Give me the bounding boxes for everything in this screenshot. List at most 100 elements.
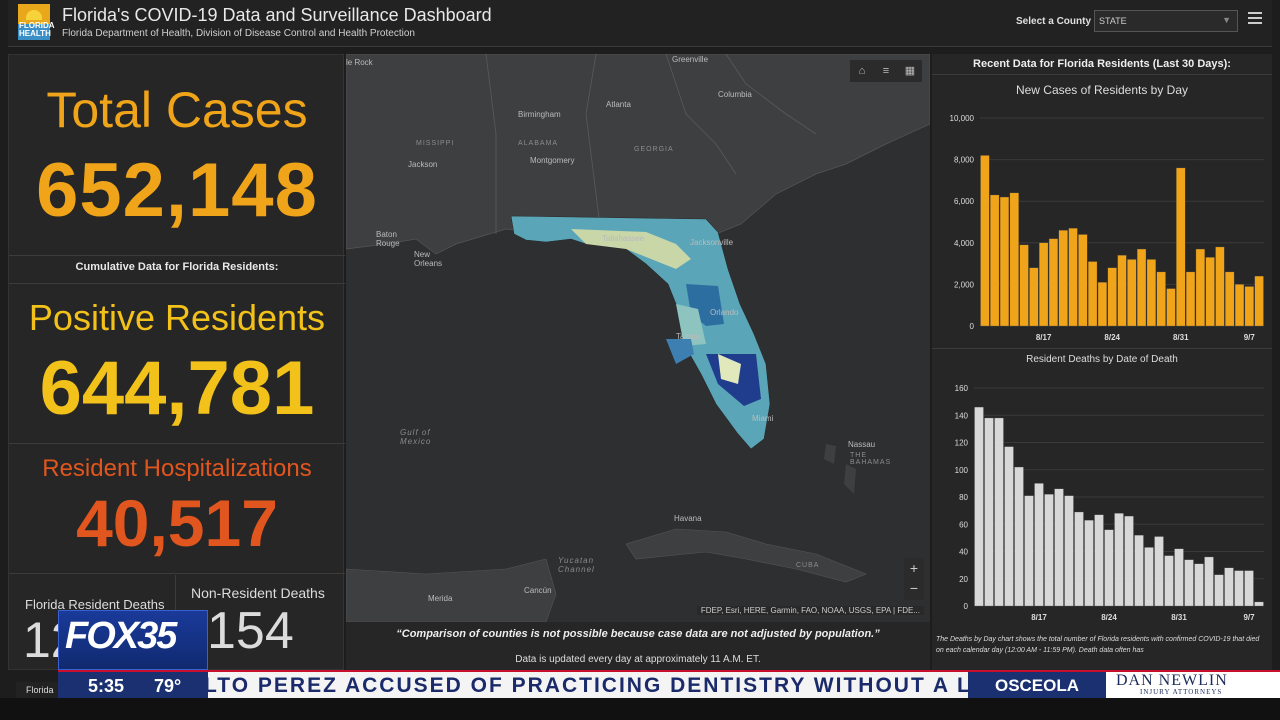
update-note: Data is updated every day at approximate… xyxy=(515,654,761,665)
x-tick-label: 8/24 xyxy=(1101,613,1117,622)
divider xyxy=(9,255,345,256)
bar[interactable] xyxy=(1225,271,1235,327)
map-label: GEORGIA xyxy=(634,146,674,153)
bar[interactable] xyxy=(1034,483,1044,607)
bar[interactable] xyxy=(1074,511,1084,607)
broadcast-temperature: 79° xyxy=(154,676,182,696)
resident-deaths-chart: 0 20 40 60 80 100 120 140 160 8/17 8/24 8/31 9/7 xyxy=(955,384,1264,622)
zoom-out-button[interactable]: − xyxy=(904,578,924,598)
map-label: Birmingham xyxy=(518,110,561,119)
bar[interactable] xyxy=(1137,248,1147,327)
y-tick-label: 0 xyxy=(970,322,975,331)
bar[interactable] xyxy=(1039,242,1049,327)
bar[interactable] xyxy=(1184,559,1194,607)
bar[interactable] xyxy=(1124,515,1134,607)
page-title: Florida's COVID-19 Data and Surveillance… xyxy=(62,5,492,25)
county-map[interactable]: le Rock Greenville Atlanta Columbia Birm… xyxy=(346,54,930,622)
map-label: Miami xyxy=(752,414,774,423)
location-box: OSCEOLA xyxy=(968,672,1106,698)
bar[interactable] xyxy=(994,417,1004,607)
bar[interactable] xyxy=(1186,271,1196,327)
channel-logo-box: FOX35 xyxy=(58,610,208,670)
bar[interactable] xyxy=(1084,520,1094,607)
bar[interactable] xyxy=(1154,536,1164,607)
bar[interactable] xyxy=(1064,495,1074,607)
bar[interactable] xyxy=(1234,570,1244,607)
bar[interactable] xyxy=(1114,513,1124,607)
basemap-gallery-icon[interactable]: ▦ xyxy=(902,63,918,79)
bar[interactable] xyxy=(1088,261,1098,327)
bar[interactable] xyxy=(1166,288,1176,327)
bar[interactable] xyxy=(1004,446,1014,607)
news-ticker: 5:35 79° LTO PEREZ ACCUSED OF PRACTICING… xyxy=(58,670,1280,698)
bar[interactable] xyxy=(1215,246,1225,327)
bar[interactable] xyxy=(1127,259,1137,327)
y-tick-label: 80 xyxy=(959,493,968,502)
zoom-in-button[interactable]: + xyxy=(904,558,924,578)
comparison-note: “Comparison of counties is not possible … xyxy=(396,628,880,640)
bar[interactable] xyxy=(984,417,994,607)
divider xyxy=(9,283,345,284)
bar[interactable] xyxy=(1234,284,1245,327)
map-label: Merida xyxy=(428,594,453,603)
bar[interactable] xyxy=(1058,230,1068,327)
bar[interactable] xyxy=(1117,255,1127,327)
bar[interactable] xyxy=(1244,286,1254,327)
bar[interactable] xyxy=(1019,244,1029,327)
bar[interactable] xyxy=(1097,282,1107,327)
bar[interactable] xyxy=(1024,495,1034,607)
county-select[interactable]: STATE ▼ xyxy=(1094,10,1238,32)
bar[interactable] xyxy=(1054,488,1064,607)
hospitalizations-label: Resident Hospitalizations xyxy=(42,455,312,482)
bar[interactable] xyxy=(1068,228,1078,327)
hamburger-menu-icon[interactable] xyxy=(1248,12,1262,26)
bar[interactable] xyxy=(1094,514,1104,607)
legend-list-icon[interactable]: ≡ xyxy=(878,63,894,79)
bar[interactable] xyxy=(1254,275,1264,327)
bar[interactable] xyxy=(1244,570,1254,607)
bar[interactable] xyxy=(1014,466,1024,607)
map-label: New Orleans xyxy=(414,250,443,268)
bar[interactable] xyxy=(1205,257,1215,327)
bar[interactable] xyxy=(1174,548,1184,607)
bar[interactable] xyxy=(1044,494,1054,607)
map-label: Baton Rouge xyxy=(376,230,400,248)
positive-residents-label: Positive Residents xyxy=(28,297,326,338)
bar[interactable] xyxy=(1224,567,1234,607)
bar[interactable] xyxy=(980,155,990,327)
bar[interactable] xyxy=(1254,601,1264,607)
bar[interactable] xyxy=(1048,238,1058,327)
bar[interactable] xyxy=(1195,248,1205,327)
bar[interactable] xyxy=(974,406,984,607)
bottom-tab[interactable]: Florida xyxy=(16,682,58,698)
bar[interactable] xyxy=(1104,529,1114,607)
deaths-chart-note: The Deaths by Day chart shows the total … xyxy=(936,636,1260,654)
map-label: THE BAHAMAS xyxy=(850,452,892,466)
home-icon[interactable]: ⌂ xyxy=(854,63,870,79)
map-label: Orlando xyxy=(710,308,739,317)
bar[interactable] xyxy=(1078,234,1088,327)
bar[interactable] xyxy=(1176,167,1186,327)
x-tick-label: 8/24 xyxy=(1104,333,1120,342)
bar[interactable] xyxy=(1107,267,1117,327)
map-label: Yucatan Channel xyxy=(558,556,595,574)
bar[interactable] xyxy=(1134,534,1144,607)
x-tick-label: 8/17 xyxy=(1031,613,1047,622)
bar[interactable] xyxy=(1029,267,1039,327)
map-attribution: FDEP, Esri, HERE, Garmin, FAO, NOAA, USG… xyxy=(696,606,924,615)
bar[interactable] xyxy=(990,194,1000,327)
bar[interactable] xyxy=(999,196,1010,327)
y-tick-label: 100 xyxy=(955,466,969,475)
page-subtitle: Florida Department of Health, Division o… xyxy=(62,28,415,39)
bar[interactable] xyxy=(1164,555,1174,607)
bar[interactable] xyxy=(1144,547,1154,607)
bar[interactable] xyxy=(1146,259,1156,327)
y-tick-label: 10,000 xyxy=(950,114,975,123)
bar[interactable] xyxy=(1194,563,1204,607)
bar[interactable] xyxy=(1204,556,1214,607)
nonresident-deaths-value: 154 xyxy=(207,602,294,660)
bar[interactable] xyxy=(1214,574,1224,607)
bar[interactable] xyxy=(1156,271,1166,327)
bar[interactable] xyxy=(1009,192,1019,327)
cumulative-label: Cumulative Data for Florida Residents: xyxy=(75,261,279,273)
